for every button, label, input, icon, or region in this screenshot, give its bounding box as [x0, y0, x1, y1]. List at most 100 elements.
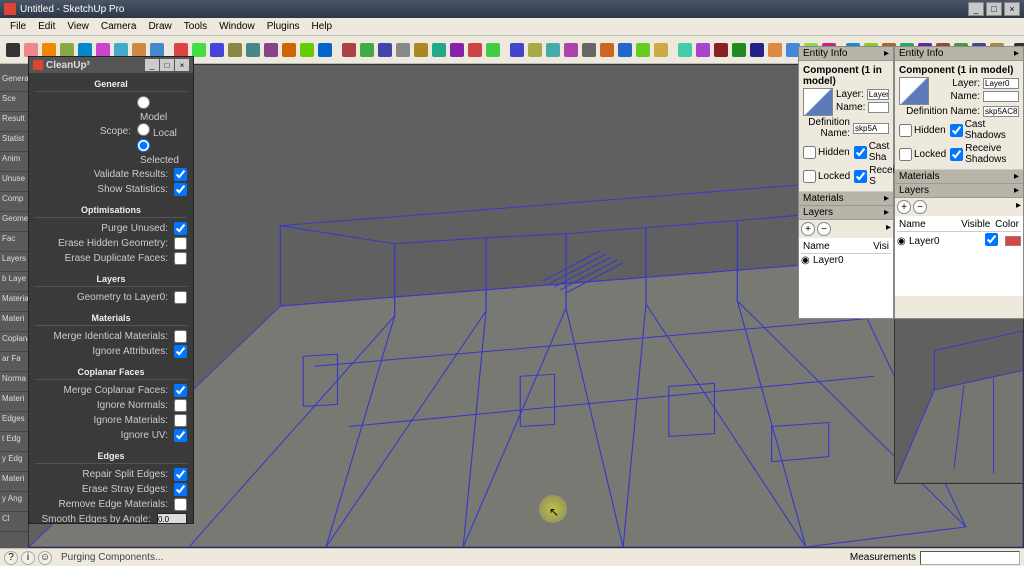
secondary-viewport[interactable] [894, 290, 1024, 484]
layers-add-button-b[interactable]: + [897, 200, 911, 214]
cleanup-minimize-button[interactable]: _ [145, 59, 159, 71]
menu-file[interactable]: File [4, 19, 32, 34]
left-tab-comp[interactable]: Comp [0, 192, 28, 212]
cleanup-maximize-button[interactable]: □ [160, 59, 174, 71]
panel-expand-icon[interactable]: ▸ [884, 48, 889, 59]
remove-edge-mat-checkbox[interactable] [174, 498, 187, 511]
left-tab-layers[interactable]: Layers [0, 252, 28, 272]
rotate-button[interactable] [209, 40, 225, 60]
zoom-extents-button[interactable] [413, 40, 429, 60]
scope-local-radio[interactable] [137, 123, 150, 136]
left-tab-statist[interactable]: Statist [0, 132, 28, 152]
shaded-textures-button[interactable] [767, 40, 783, 60]
x-ray-button[interactable] [695, 40, 711, 60]
layers-add-button[interactable]: + [801, 222, 815, 236]
left-tab-t-edg[interactable]: t Edg [0, 432, 28, 452]
left-tab-result[interactable]: Result [0, 112, 28, 132]
col-name-b[interactable]: Name [897, 219, 959, 230]
front-button[interactable] [527, 40, 543, 60]
name-input[interactable] [868, 102, 889, 113]
left-tab-general[interactable]: General [0, 72, 28, 92]
ignore-normals-checkbox[interactable] [174, 399, 187, 412]
layers-remove-button[interactable]: − [817, 222, 831, 236]
layer-row-b[interactable]: ◉Layer0 [897, 232, 1021, 250]
protractor-button[interactable] [281, 40, 297, 60]
ignore-uv-checkbox[interactable] [174, 429, 187, 442]
col-vis-b[interactable]: Visible [959, 219, 993, 230]
info-icon[interactable]: i [21, 551, 35, 565]
cast-shadows-checkbox[interactable] [854, 146, 867, 159]
layer-value-b[interactable]: Layer0 [983, 78, 1019, 89]
layers-menu-icon-b[interactable]: ▸ [1016, 200, 1021, 214]
tape-measure-button[interactable] [263, 40, 279, 60]
layers-remove-button-b[interactable]: − [913, 200, 927, 214]
offset-button[interactable] [245, 40, 261, 60]
left-tab-norma[interactable]: Norma [0, 372, 28, 392]
menu-edit[interactable]: Edit [32, 19, 61, 34]
minimize-button[interactable]: _ [968, 2, 984, 16]
name-input-b[interactable] [983, 91, 1019, 102]
purge-checkbox[interactable] [174, 222, 187, 235]
left-tab-y-ang[interactable]: y Ang [0, 492, 28, 512]
ignore-materials-checkbox[interactable] [174, 414, 187, 427]
col-vis-header[interactable]: Visi [871, 241, 891, 252]
layer-visible-checkbox[interactable] [985, 233, 998, 246]
section-button[interactable] [563, 40, 579, 60]
zoom-button[interactable] [395, 40, 411, 60]
left-tab-materi[interactable]: Materi [0, 472, 28, 492]
dimension-button[interactable] [317, 40, 333, 60]
layers-menu-icon[interactable]: ▸ [886, 222, 891, 236]
stats-checkbox[interactable] [174, 183, 187, 196]
ignore-attr-checkbox[interactable] [174, 345, 187, 358]
menu-camera[interactable]: Camera [95, 19, 143, 34]
left-tab-sce[interactable]: Sce [0, 92, 28, 112]
select-arrow-button[interactable] [5, 40, 21, 60]
hidden-checkbox[interactable] [803, 146, 816, 159]
close-button[interactable]: × [1004, 2, 1020, 16]
merge-mat-checkbox[interactable] [174, 330, 187, 343]
menu-window[interactable]: Window [213, 19, 261, 34]
materials-button[interactable] [635, 40, 651, 60]
materials-expand-b[interactable]: ▸ [1014, 171, 1019, 182]
smooth-angle-input[interactable] [157, 513, 187, 523]
scale-button[interactable] [227, 40, 243, 60]
erase-dup-checkbox[interactable] [174, 252, 187, 265]
help-icon[interactable]: ? [4, 551, 18, 565]
shaded-button[interactable] [749, 40, 765, 60]
erase-hidden-checkbox[interactable] [174, 237, 187, 250]
menu-view[interactable]: View [61, 19, 95, 34]
prev-view-button[interactable] [449, 40, 465, 60]
scope-selected-radio[interactable] [137, 139, 150, 152]
locked-checkbox-b[interactable] [899, 148, 912, 161]
merge-coplanar-checkbox[interactable] [174, 384, 187, 397]
locked-checkbox[interactable] [803, 170, 816, 183]
measurements-input[interactable] [920, 551, 1020, 565]
stray-edges-checkbox[interactable] [174, 483, 187, 496]
left-tab-anim[interactable]: Anim [0, 152, 28, 172]
col-color-b[interactable]: Color [993, 219, 1021, 230]
layer-value[interactable]: Layer0 [867, 89, 889, 100]
left-tab-materials[interactable]: Materials [0, 292, 28, 312]
menu-draw[interactable]: Draw [142, 19, 177, 34]
def-name-value-b[interactable]: skp5AC8 [983, 106, 1019, 117]
repair-edges-checkbox[interactable] [174, 468, 187, 481]
cast-shadows-checkbox-b[interactable] [950, 124, 963, 137]
validate-checkbox[interactable] [174, 168, 187, 181]
next-view-button[interactable] [467, 40, 483, 60]
menu-plugins[interactable]: Plugins [261, 19, 306, 34]
left-tab-geome[interactable]: Geome [0, 212, 28, 232]
zoom-window-button[interactable] [431, 40, 447, 60]
materials-expand-icon[interactable]: ▸ [884, 193, 889, 204]
left-tab-coplanar-fac[interactable]: Coplanar Fac [0, 332, 28, 352]
shadows-button[interactable] [653, 40, 669, 60]
def-name-value[interactable]: skp5A [853, 123, 889, 134]
left-tab-ar-fa[interactable]: ar Fa [0, 352, 28, 372]
pan-button[interactable] [377, 40, 393, 60]
menu-help[interactable]: Help [306, 19, 339, 34]
left-tab-b-laye[interactable]: b Laye [0, 272, 28, 292]
orbit-button[interactable] [359, 40, 375, 60]
layer-row[interactable]: ◉Layer0 [801, 254, 891, 267]
wireframe-button[interactable] [713, 40, 729, 60]
components-button[interactable] [617, 40, 633, 60]
cleanup-close-button[interactable]: × [175, 59, 189, 71]
